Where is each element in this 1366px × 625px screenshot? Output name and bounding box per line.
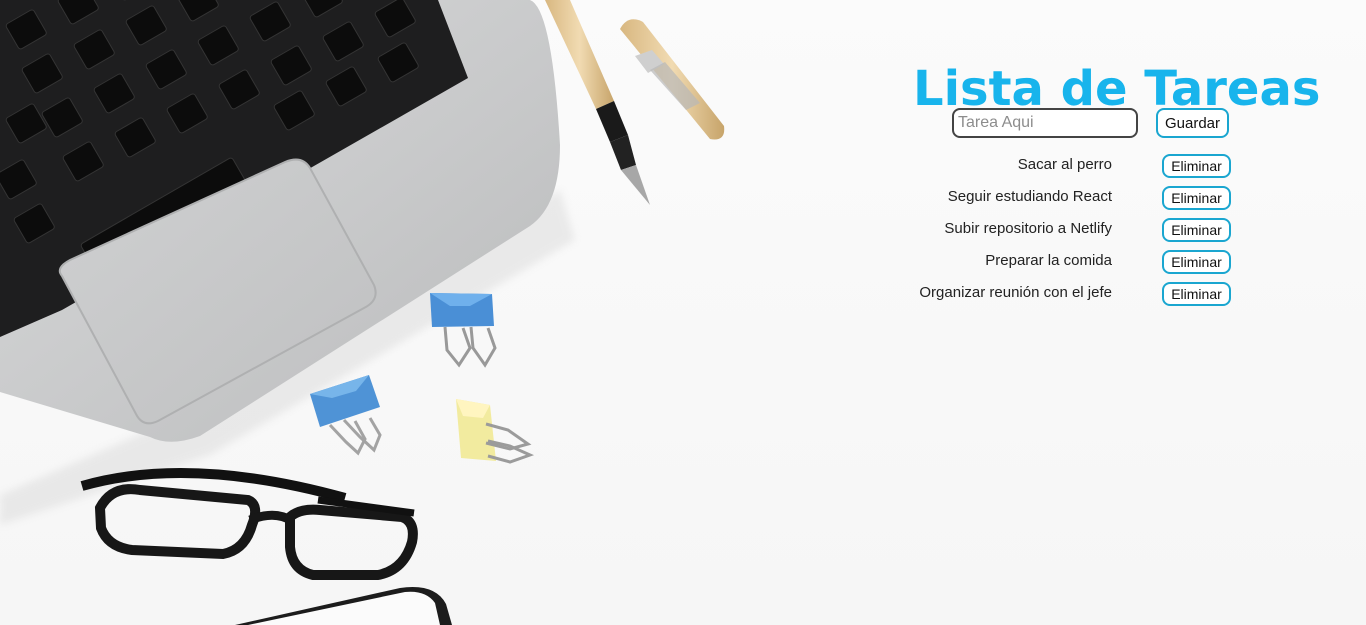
delete-button[interactable]: Eliminar xyxy=(1162,186,1231,210)
list-item: Seguir estudiando React Eliminar xyxy=(880,182,1280,214)
clipboard xyxy=(235,587,452,625)
task-text: Seguir estudiando React xyxy=(947,188,1112,205)
delete-button[interactable]: Eliminar xyxy=(1162,218,1231,242)
background-desk-scene xyxy=(0,0,725,625)
page-root: Lista de Tareas Guardar Sacar al perro E… xyxy=(0,0,1366,625)
task-list: Sacar al perro Eliminar Seguir estudiand… xyxy=(880,150,1280,310)
delete-button[interactable]: Eliminar xyxy=(1162,282,1231,306)
binder-clip-yellow xyxy=(456,399,535,464)
delete-button[interactable]: Eliminar xyxy=(1162,250,1231,274)
task-input[interactable] xyxy=(952,108,1138,138)
list-item: Subir repositorio a Netlify Eliminar xyxy=(880,214,1280,246)
pen-cap xyxy=(620,19,725,140)
save-button[interactable]: Guardar xyxy=(1156,108,1229,138)
todo-app: Lista de Tareas Guardar Sacar al perro E… xyxy=(880,0,1320,625)
list-item: Preparar la comida Eliminar xyxy=(880,246,1280,278)
task-text: Organizar reunión con el jefe xyxy=(919,284,1112,301)
task-text: Preparar la comida xyxy=(985,252,1112,269)
task-text: Sacar al perro xyxy=(1017,156,1112,173)
eyeglasses xyxy=(80,468,418,580)
task-text: Subir repositorio a Netlify xyxy=(944,220,1112,237)
list-item: Sacar al perro Eliminar xyxy=(880,150,1280,182)
delete-button[interactable]: Eliminar xyxy=(1162,154,1231,178)
list-item: Organizar reunión con el jefe Eliminar xyxy=(880,278,1280,310)
binder-clip-blue-1 xyxy=(430,293,497,368)
